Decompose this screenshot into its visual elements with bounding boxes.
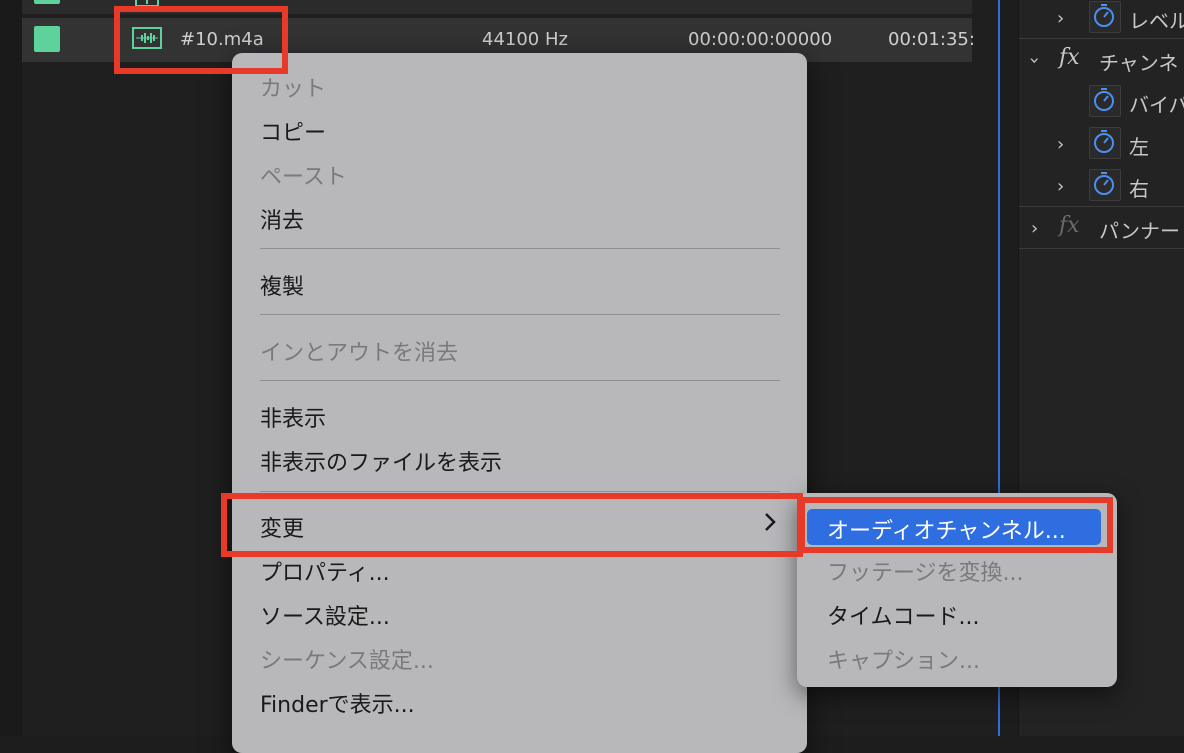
menu-item-sequence-settings[interactable]: シーケンス設定... bbox=[260, 643, 434, 675]
effect-param-row[interactable]: バイパ bbox=[1019, 80, 1184, 122]
context-menu: カット コピー ペースト 消去 複製 インとアウトを消去 非表示 非表示のファイ… bbox=[232, 53, 807, 753]
stopwatch-icon[interactable] bbox=[1089, 85, 1121, 117]
effect-row[interactable]: › fx チャンネ bbox=[1019, 38, 1184, 80]
menu-separator bbox=[260, 491, 780, 492]
effect-label: チャンネ bbox=[1099, 51, 1179, 75]
submenu-item-timecode[interactable]: タイムコード... bbox=[827, 599, 980, 631]
menu-item-modify[interactable]: 変更 bbox=[260, 511, 304, 543]
effect-param-label: レベル bbox=[1129, 9, 1184, 33]
table-row[interactable] bbox=[22, 0, 972, 14]
media-end-cell: 00:01:35: bbox=[888, 29, 975, 50]
effect-param-label: バイパ bbox=[1129, 93, 1184, 117]
panel-gutter bbox=[0, 0, 22, 736]
divider bbox=[1019, 248, 1184, 249]
menu-separator bbox=[260, 248, 780, 249]
submenu-item-interpret-footage[interactable]: フッテージを変換... bbox=[827, 555, 1024, 587]
menu-item-paste[interactable]: ペースト bbox=[260, 159, 347, 191]
menu-item-hide[interactable]: 非表示 bbox=[260, 401, 326, 433]
effect-param-row[interactable]: › 右 bbox=[1019, 164, 1184, 206]
menu-item-clear[interactable]: 消去 bbox=[260, 203, 304, 235]
audio-waveform-icon bbox=[135, 0, 159, 6]
submenu-item-label: オーディオチャンネル... bbox=[827, 519, 1066, 544]
stopwatch-icon[interactable] bbox=[1089, 127, 1121, 159]
menu-item-cut[interactable]: カット bbox=[260, 71, 326, 103]
submenu-item-captions[interactable]: キャプション... bbox=[827, 643, 980, 675]
stopwatch-icon[interactable] bbox=[1089, 1, 1121, 33]
chevron-right-icon bbox=[765, 513, 776, 531]
effect-param-row[interactable]: › レベル bbox=[1019, 0, 1184, 38]
menu-item-clear-in-out[interactable]: インとアウトを消去 bbox=[260, 335, 458, 367]
label-color-swatch[interactable] bbox=[34, 0, 60, 4]
clip-name: #10.m4a bbox=[180, 29, 264, 50]
menu-separator bbox=[260, 380, 780, 381]
chevron-icon[interactable]: › bbox=[1057, 134, 1064, 155]
chevron-icon[interactable]: › bbox=[1057, 176, 1064, 197]
chevron-icon[interactable]: › bbox=[1057, 8, 1064, 29]
audio-waveform-icon bbox=[132, 27, 162, 49]
effect-param-label: 左 bbox=[1129, 135, 1149, 159]
fx-icon[interactable]: fx bbox=[1059, 45, 1080, 70]
effect-label: パンナー bbox=[1099, 219, 1180, 243]
label-color-swatch[interactable] bbox=[34, 26, 60, 52]
menu-item-reveal-in-finder[interactable]: Finderで表示... bbox=[260, 687, 415, 719]
submenu-item-audio-channels[interactable]: オーディオチャンネル... bbox=[807, 509, 1101, 545]
menu-item-show-hidden[interactable]: 非表示のファイルを表示 bbox=[260, 445, 502, 477]
modify-submenu: オーディオチャンネル... フッテージを変換... タイムコード... キャプシ… bbox=[797, 493, 1117, 687]
menu-item-properties[interactable]: プロパティ... bbox=[260, 555, 390, 587]
menu-separator bbox=[260, 314, 780, 315]
menu-item-copy[interactable]: コピー bbox=[260, 115, 326, 147]
menu-item-source-settings[interactable]: ソース設定... bbox=[260, 599, 390, 631]
fx-icon[interactable]: fx bbox=[1059, 213, 1080, 238]
effect-param-row[interactable]: › 左 bbox=[1019, 122, 1184, 164]
menu-item-duplicate[interactable]: 複製 bbox=[260, 269, 304, 301]
media-start-cell: 00:00:00:00000 bbox=[688, 29, 833, 50]
chevron-icon[interactable]: › bbox=[1031, 218, 1038, 239]
stopwatch-icon[interactable] bbox=[1089, 169, 1121, 201]
effect-param-label: 右 bbox=[1129, 177, 1149, 201]
chevron-icon[interactable]: › bbox=[1024, 57, 1045, 64]
sample-rate-cell: 44100 Hz bbox=[482, 29, 568, 50]
effect-row[interactable]: › fx パンナー bbox=[1019, 206, 1184, 248]
